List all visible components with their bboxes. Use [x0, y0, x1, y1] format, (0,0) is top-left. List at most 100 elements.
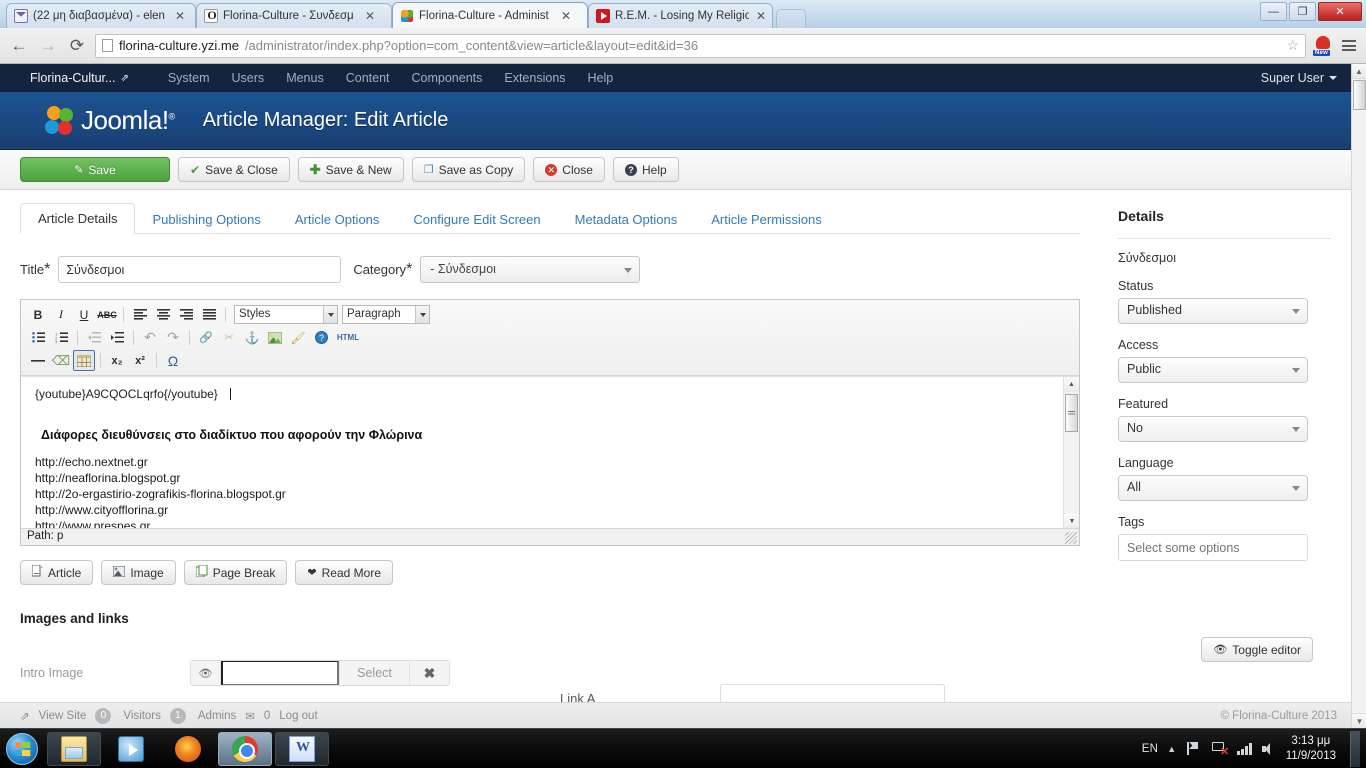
special-char-icon[interactable]: Ω: [162, 350, 184, 371]
page-scrollbar[interactable]: ▲ ▼: [1351, 64, 1366, 728]
unlink-icon[interactable]: ✂: [218, 327, 240, 348]
menu-item-system[interactable]: System: [157, 71, 221, 85]
save-as-copy-button[interactable]: ❐ Save as Copy: [411, 157, 526, 182]
extension-icon[interactable]: New: [1313, 35, 1333, 56]
insert-page-break-button[interactable]: Page Break: [183, 560, 288, 585]
tab-configure-edit-screen[interactable]: Configure Edit Screen: [396, 205, 557, 234]
scroll-down-icon[interactable]: ▼: [1064, 514, 1079, 528]
menu-item-users[interactable]: Users: [221, 71, 276, 85]
taskbar-firefox[interactable]: [161, 732, 215, 766]
language-select[interactable]: All: [1118, 475, 1308, 501]
save-new-button[interactable]: ✚ Save & New: [297, 157, 404, 182]
numbered-list-icon[interactable]: 123: [50, 327, 72, 348]
bookmark-star-icon[interactable]: ☆: [1286, 37, 1299, 54]
insert-image-button[interactable]: Image: [101, 560, 176, 585]
category-select[interactable]: - Σύνδεσμοι: [420, 256, 641, 283]
remove-format-icon[interactable]: ⌫: [50, 350, 72, 371]
browser-tab-0[interactable]: (22 μη διαβασμένα) - elen ✕: [6, 3, 196, 28]
show-hidden-icons-icon[interactable]: ▲: [1167, 744, 1176, 754]
close-window-button[interactable]: ✕: [1318, 2, 1362, 21]
menu-item-extensions[interactable]: Extensions: [493, 71, 576, 85]
resize-grip-icon[interactable]: [1065, 532, 1077, 544]
new-tab-button[interactable]: [776, 9, 806, 28]
site-name-link[interactable]: Florina-Cultur... ⇗: [30, 71, 129, 85]
align-center-icon[interactable]: [152, 304, 174, 325]
undo-icon[interactable]: ↶: [139, 327, 161, 348]
toggle-editor-button[interactable]: 👁 Toggle editor: [1201, 637, 1313, 662]
subscript-icon[interactable]: x₂: [106, 350, 128, 371]
format-select[interactable]: Paragraph: [342, 305, 430, 324]
image-icon[interactable]: [264, 327, 286, 348]
anchor-icon[interactable]: ⚓: [241, 327, 263, 348]
language-indicator[interactable]: EN: [1142, 743, 1159, 755]
tab-metadata-options[interactable]: Metadata Options: [558, 205, 695, 234]
taskbar-word[interactable]: [275, 731, 329, 766]
tab-article-options[interactable]: Article Options: [278, 205, 397, 234]
action-center-icon[interactable]: [1185, 740, 1202, 757]
close-icon[interactable]: ✕: [754, 9, 768, 23]
maximize-button[interactable]: ❐: [1289, 2, 1316, 21]
bold-icon[interactable]: B: [27, 304, 49, 325]
preview-eye-icon[interactable]: 👁: [191, 661, 221, 685]
tab-article-details[interactable]: Article Details: [20, 203, 136, 234]
browser-tab-2[interactable]: Florina-Culture - Administ ✕: [392, 2, 588, 28]
link-icon[interactable]: 🔗: [195, 327, 217, 348]
close-icon[interactable]: ✕: [173, 9, 187, 23]
user-menu[interactable]: Super User: [1261, 71, 1337, 85]
address-bar[interactable]: florina-culture.yzi.me/administrator/ind…: [95, 33, 1306, 58]
access-select[interactable]: Public: [1118, 357, 1308, 383]
browser-tab-1[interactable]: Florina-Culture - Συνδεσμ ✕: [196, 3, 392, 28]
taskbar-media-player[interactable]: [104, 732, 158, 766]
styles-select[interactable]: Styles: [234, 305, 338, 324]
back-icon[interactable]: ←: [8, 35, 30, 57]
help-button[interactable]: ? Help: [612, 157, 679, 182]
indent-icon[interactable]: [106, 327, 128, 348]
close-icon[interactable]: ✕: [363, 9, 377, 23]
scroll-up-icon[interactable]: ▲: [1064, 377, 1079, 392]
taskbar-explorer[interactable]: [47, 731, 101, 766]
insert-read-more-button[interactable]: ❤ Read More: [295, 560, 394, 585]
network-icon[interactable]: ✕: [1211, 740, 1229, 758]
reload-icon[interactable]: ⟳: [66, 35, 88, 57]
outdent-icon[interactable]: [83, 327, 105, 348]
align-justify-icon[interactable]: [198, 304, 220, 325]
help-icon[interactable]: ?: [310, 327, 332, 348]
scroll-thumb[interactable]: [1065, 394, 1078, 432]
bullet-list-icon[interactable]: [27, 327, 49, 348]
taskbar-chrome[interactable]: [218, 731, 272, 766]
volume-icon[interactable]: [1261, 742, 1277, 756]
editor-scrollbar[interactable]: ▲ ▼: [1063, 377, 1079, 528]
menu-item-menus[interactable]: Menus: [275, 71, 335, 85]
save-close-button[interactable]: ✔ Save & Close: [178, 157, 290, 182]
editor-content-area[interactable]: {youtube}A9CQOCLqrfo{/youtube} Διάφορες …: [21, 376, 1079, 528]
underline-icon[interactable]: U: [73, 304, 95, 325]
forward-icon[interactable]: →: [37, 35, 59, 57]
clear-image-button[interactable]: ✖: [409, 661, 449, 685]
close-button[interactable]: ✕ Close: [533, 157, 605, 182]
close-icon[interactable]: ✕: [559, 9, 573, 23]
tags-input[interactable]: [1118, 534, 1308, 561]
minimize-button[interactable]: —: [1260, 2, 1287, 21]
show-desktop-button[interactable]: [1350, 730, 1360, 767]
page-scroll-up-icon[interactable]: ▲: [1352, 64, 1366, 79]
table-icon[interactable]: [73, 350, 95, 371]
superscript-icon[interactable]: x²: [129, 350, 151, 371]
align-left-icon[interactable]: [129, 304, 151, 325]
page-scroll-thumb[interactable]: [1353, 80, 1366, 110]
redo-icon[interactable]: ↷: [162, 327, 184, 348]
intro-image-field[interactable]: 👁 Select ✖: [190, 660, 450, 686]
signal-icon[interactable]: [1237, 742, 1252, 755]
view-site-link[interactable]: View Site: [39, 710, 87, 722]
title-input[interactable]: [58, 256, 342, 283]
featured-select[interactable]: No: [1118, 416, 1308, 442]
select-image-button[interactable]: Select: [339, 661, 409, 685]
logout-link[interactable]: Log out: [279, 710, 317, 722]
horizontal-rule-icon[interactable]: [27, 350, 49, 371]
menu-item-help[interactable]: Help: [577, 71, 625, 85]
intro-image-input[interactable]: [221, 661, 339, 685]
start-button[interactable]: [0, 731, 44, 767]
align-right-icon[interactable]: [175, 304, 197, 325]
chrome-menu-icon[interactable]: [1340, 37, 1358, 54]
html-icon[interactable]: HTML: [333, 327, 363, 348]
menu-item-components[interactable]: Components: [401, 71, 494, 85]
